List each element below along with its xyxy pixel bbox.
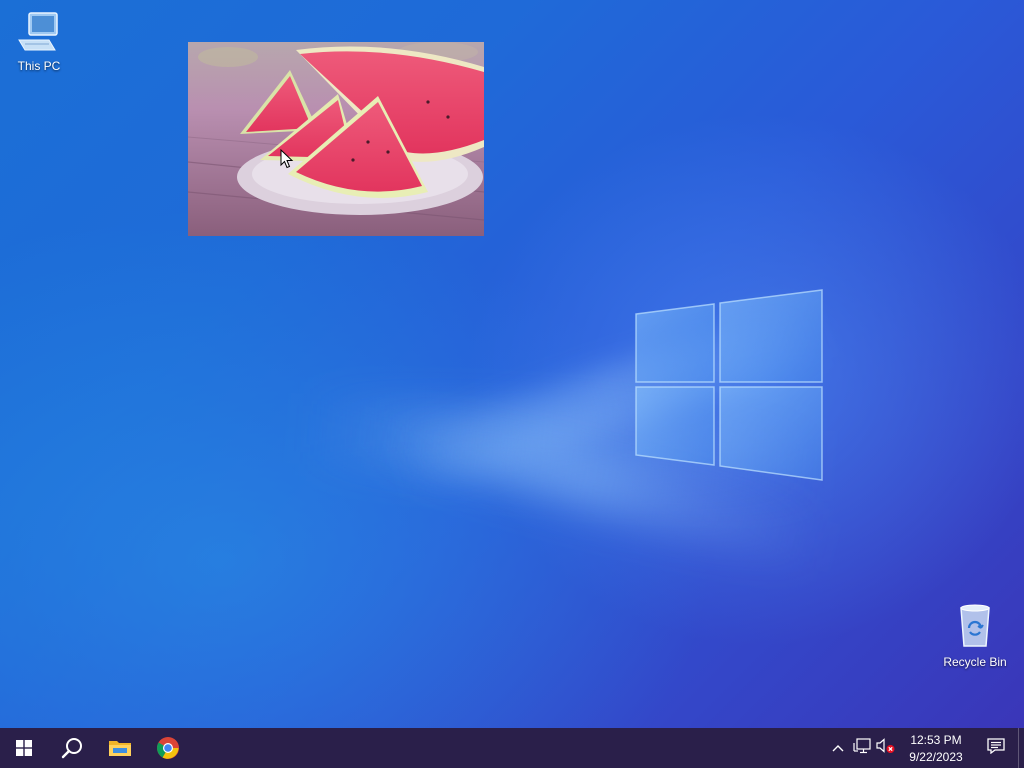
show-hidden-icons-button[interactable] [826, 728, 850, 768]
file-explorer-icon [108, 738, 132, 758]
start-button[interactable] [0, 728, 48, 768]
show-desktop-button[interactable] [1018, 728, 1024, 768]
recycle-bin-label: Recycle Bin [943, 655, 1007, 669]
taskbar: 12:53 PM 9/22/2023 [0, 728, 1024, 768]
volume-button[interactable] [874, 728, 898, 768]
recycle-bin-shortcut[interactable]: Recycle Bin [937, 602, 1013, 669]
clock-time: 12:53 PM [910, 732, 962, 747]
search-button[interactable] [48, 728, 96, 768]
this-pc-icon [1, 10, 77, 57]
clock-button[interactable]: 12:53 PM 9/22/2023 [898, 731, 974, 766]
chevron-up-icon [832, 739, 844, 757]
action-center-icon [987, 737, 1005, 759]
recycle-bin-icon [937, 602, 1013, 653]
this-pc-label: This PC [17, 59, 61, 73]
desktop-background[interactable]: This PC Recycle Bin [0, 0, 1024, 728]
mouse-cursor-icon [280, 148, 294, 169]
search-icon [61, 737, 83, 759]
windows-start-icon [16, 740, 32, 756]
chrome-icon [156, 736, 180, 760]
volume-muted-icon [876, 737, 896, 759]
chrome-button[interactable] [144, 728, 192, 768]
windows-wallpaper-logo [635, 289, 823, 481]
system-tray: 12:53 PM 9/22/2023 [826, 728, 1024, 768]
network-icon [853, 737, 871, 759]
file-explorer-button[interactable] [96, 728, 144, 768]
this-pc-shortcut[interactable]: This PC [1, 10, 77, 73]
network-button[interactable] [850, 728, 874, 768]
action-center-button[interactable] [974, 728, 1018, 768]
clock-date: 9/22/2023 [909, 749, 963, 764]
watermelon-slices-image[interactable] [188, 42, 484, 236]
